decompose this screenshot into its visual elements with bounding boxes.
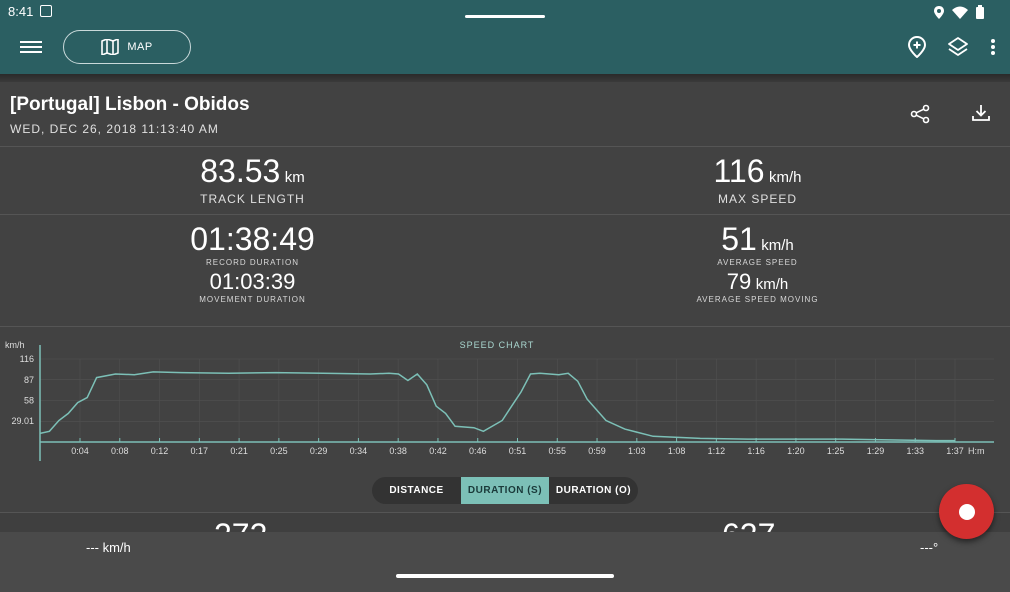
speed-series-line [39, 371, 955, 442]
movement-duration-label: MOVEMENT DURATION [199, 295, 306, 304]
download-icon[interactable] [972, 104, 990, 122]
current-bearing: ---° [920, 540, 939, 555]
x-tick-label: 0:12 [151, 446, 169, 456]
y-axis-ticks: 116 87 58 29.01 [11, 354, 34, 426]
status-pill [465, 15, 545, 18]
gesture-nav-pill[interactable] [396, 574, 614, 578]
status-time: 8:41 [8, 4, 34, 19]
x-tick-label: 1:08 [668, 446, 686, 456]
add-marker-icon[interactable] [908, 36, 926, 58]
track-length-label: TRACK LENGTH [200, 192, 305, 206]
average-speed-moving-label: AVERAGE SPEED MOVING [696, 295, 819, 304]
x-tick-label: 1:37 [946, 446, 964, 456]
record-duration-label: RECORD DURATION [205, 258, 300, 267]
x-tick-label: 0:59 [588, 446, 606, 456]
bottom-status-bar: --- km/h ---° [0, 532, 1010, 592]
share-icon[interactable] [910, 104, 930, 124]
current-speed: --- km/h [86, 540, 131, 555]
status-icons [934, 5, 984, 19]
wifi-icon [952, 6, 968, 19]
average-speed-moving-value: 79 [726, 269, 752, 294]
screenshot-icon [40, 5, 52, 17]
track-header: [Portugal] Lisbon - Obidos WED, DEC 26, … [0, 82, 1010, 146]
battery-icon [976, 5, 984, 19]
track-length-unit: km [284, 169, 305, 186]
x-axis-ticks: 0:04 0:08 0:12 0:17 0:21 0:25 0:29 0:34 0:38 0:42… [71, 438, 964, 456]
x-tick-label: 0:29 [310, 446, 328, 456]
average-speed-stat: 51 km/h AVERAGE SPEED 79 km/h AVERAGE SP… [505, 221, 1010, 304]
map-button-label: MAP [127, 41, 153, 53]
x-tick-label: 1:03 [628, 446, 646, 456]
appbar-shadow [0, 74, 1010, 82]
chart-mode-toggle: DISTANCE DURATION (S) DURATION (O) [372, 477, 638, 504]
max-speed-value: 116 [713, 153, 765, 189]
more-options-icon[interactable] [990, 38, 996, 56]
max-speed-unit: km/h [768, 169, 802, 186]
track-length-stat: 83.53 km TRACK LENGTH [0, 153, 505, 206]
x-tick-label: 0:51 [509, 446, 527, 456]
map-icon [101, 39, 120, 55]
speed-chart[interactable]: SPEED CHART km/h H:m 116875829.01 0:04 0:… [0, 327, 1010, 467]
y-tick-label: 87 [24, 375, 34, 385]
chart-grid [40, 358, 994, 442]
x-tick-label: 0:21 [230, 446, 248, 456]
y-tick-label: 29.01 [11, 416, 34, 426]
record-duration-stat: 01:38:49 RECORD DURATION 01:03:39 MOVEME… [0, 221, 505, 304]
x-axis-unit: H:m [968, 446, 985, 456]
toggle-distance[interactable]: DISTANCE [372, 477, 461, 504]
x-tick-label: 1:33 [906, 446, 924, 456]
layers-icon[interactable] [948, 37, 968, 57]
menu-button[interactable] [20, 38, 42, 58]
appbar-actions [908, 36, 996, 58]
y-tick-label: 58 [24, 396, 34, 406]
x-tick-label: 1:29 [867, 446, 885, 456]
x-tick-label: 0:42 [429, 446, 447, 456]
record-icon [958, 503, 975, 520]
x-tick-label: 1:20 [787, 446, 805, 456]
status-bar: 8:41 [0, 0, 1010, 24]
header-actions [910, 104, 990, 124]
x-tick-label: 0:17 [191, 446, 209, 456]
max-speed-label: MAX SPEED [717, 192, 798, 206]
stats-row-1: 83.53 km TRACK LENGTH 116 km/h MAX SPEED [0, 146, 1010, 214]
toggle-duration-o[interactable]: DURATION (O) [549, 477, 638, 504]
app-bar: MAP [0, 24, 1010, 74]
average-speed-unit: km/h [761, 237, 794, 254]
chart-title: SPEED CHART [460, 340, 535, 350]
track-title: [Portugal] Lisbon - Obidos [10, 94, 250, 115]
toggle-duration-s[interactable]: DURATION (S) [461, 477, 549, 504]
track-date: WED, DEC 26, 2018 11:13:40 AM [10, 122, 219, 136]
x-tick-label: 1:12 [708, 446, 726, 456]
y-tick-label: 116 [20, 354, 34, 364]
record-button[interactable] [939, 484, 994, 539]
y-axis-unit: km/h [5, 340, 25, 350]
average-speed-label: AVERAGE SPEED [717, 258, 798, 267]
speed-chart-panel: SPEED CHART km/h H:m 116 87 58 29.01 0:04 0:… [0, 326, 1010, 512]
stats-row-2: 01:38:49 RECORD DURATION 01:03:39 MOVEME… [0, 214, 1010, 326]
x-tick-label: 1:16 [747, 446, 765, 456]
location-icon [934, 5, 944, 19]
movement-duration-value: 01:03:39 [209, 269, 296, 294]
x-tick-label: 0:55 [549, 446, 567, 456]
average-speed-value: 51 [721, 221, 757, 257]
x-tick-label: 0:25 [270, 446, 288, 456]
x-tick-label: 0:38 [389, 446, 407, 456]
max-speed-stat: 116 km/h MAX SPEED [505, 153, 1010, 206]
x-tick-label: 0:34 [350, 446, 368, 456]
x-tick-label: 0:08 [111, 446, 129, 456]
map-button[interactable]: MAP [63, 30, 191, 64]
x-tick-label: 0:46 [469, 446, 487, 456]
record-duration-value: 01:38:49 [190, 221, 315, 257]
stats-panel: 83.53 km TRACK LENGTH 116 km/h MAX SPEED… [0, 146, 1010, 326]
track-length-value: 83.53 [200, 153, 281, 189]
x-tick-label: 1:25 [827, 446, 845, 456]
average-speed-moving-unit: km/h [755, 276, 789, 293]
x-tick-label: 0:04 [71, 446, 89, 456]
